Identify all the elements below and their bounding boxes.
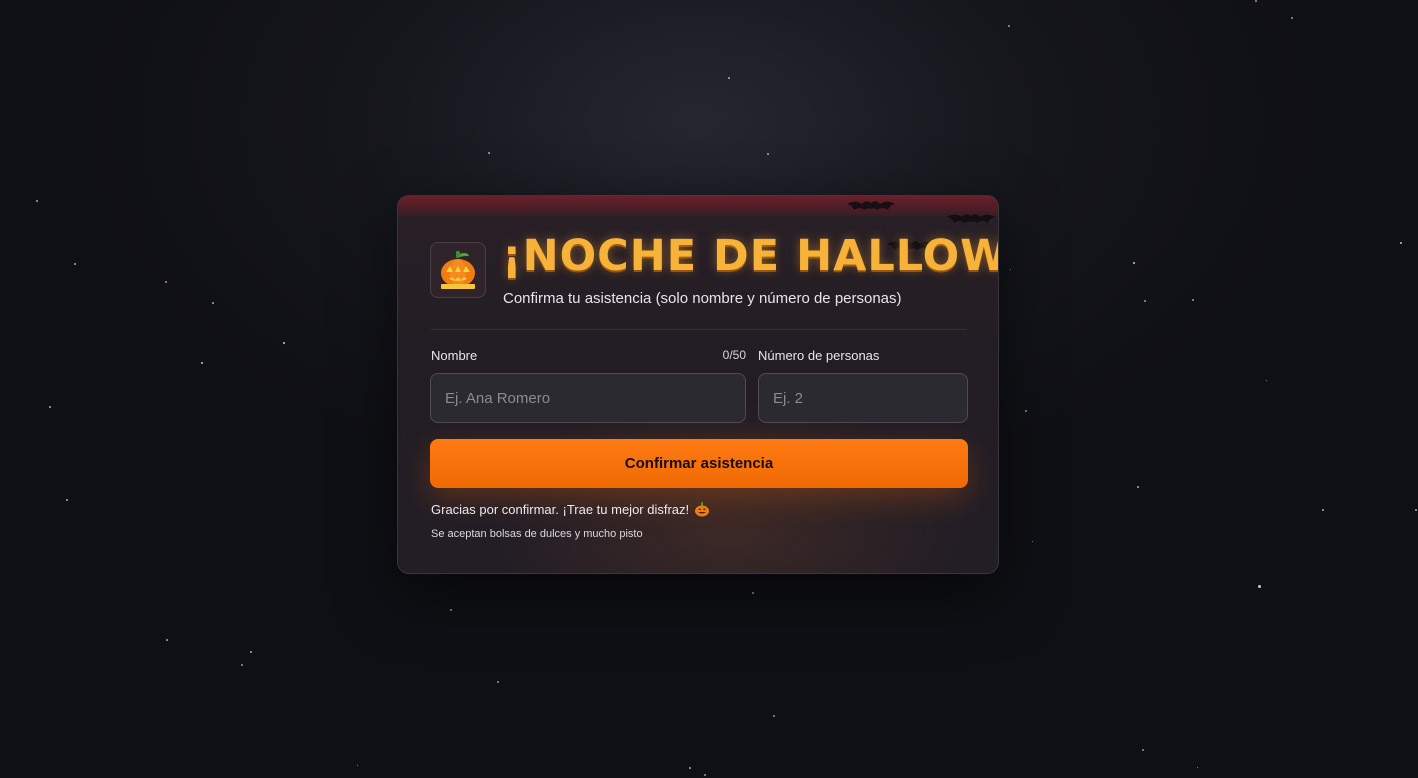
star-dot: [1009, 268, 1011, 270]
name-char-counter: 0/50: [722, 348, 746, 362]
confirm-attendance-button[interactable]: Confirmar asistencia: [430, 439, 968, 488]
star-dot: [66, 499, 68, 501]
bat-icon: [847, 201, 895, 210]
name-label: Nombre: [431, 348, 478, 363]
star-dot: [166, 639, 168, 641]
star-dot: [74, 263, 76, 265]
star-dot: [1031, 540, 1033, 542]
star-dot: [752, 592, 754, 594]
star-dot: [1399, 241, 1403, 245]
star-dot: [689, 767, 691, 769]
star-dot: [212, 302, 214, 304]
star-dot: [1255, 0, 1257, 2]
star-dot: [1257, 584, 1261, 588]
star-dot: [49, 406, 51, 408]
logo-badge: [430, 242, 486, 298]
star-dot: [1008, 25, 1010, 27]
star-dot: [1137, 486, 1139, 488]
star-dot: [1132, 261, 1136, 265]
star-dot: [250, 651, 252, 653]
star-dot: [200, 361, 204, 365]
pumpkin-icon: [695, 502, 710, 517]
star-dot: [704, 774, 706, 776]
star-dot: [1192, 299, 1194, 301]
star-dot: [497, 681, 499, 683]
star-dot: [165, 281, 167, 283]
thanks-text: Gracias por confirmar. ¡Trae tu mejor di…: [431, 501, 690, 517]
star-dot: [1196, 766, 1198, 768]
thanks-message: Gracias por confirmar. ¡Trae tu mejor di…: [431, 501, 710, 517]
name-input[interactable]: [430, 373, 746, 423]
star-dot: [241, 664, 243, 666]
star-dot: [488, 152, 490, 154]
star-dot: [356, 764, 358, 766]
star-dot: [36, 200, 38, 202]
page-title: ¡NOCHE DE HALLOWEEN!: [502, 231, 998, 281]
star-dot: [1265, 379, 1267, 381]
star-dot: [1025, 410, 1027, 412]
star-dot: [1415, 509, 1417, 511]
footer-note: Se aceptan bolsas de dulces y mucho pist…: [431, 528, 643, 540]
star-dot: [1144, 300, 1146, 302]
people-count-label: Número de personas: [758, 348, 880, 363]
star-dot: [1291, 17, 1293, 19]
star-dot: [728, 77, 730, 79]
card-top-bar: [398, 196, 998, 216]
header-divider: [431, 329, 967, 330]
star-dot: [1322, 509, 1324, 511]
star-dot: [767, 153, 769, 155]
page-subtitle: Confirma tu asistencia (solo nombre y nú…: [503, 290, 902, 307]
star-dot: [282, 341, 286, 345]
star-dot: [773, 715, 775, 717]
people-count-input[interactable]: [758, 373, 968, 423]
jack-o-lantern-icon: [441, 251, 475, 289]
rsvp-card: ¡NOCHE DE HALLOWEEN! Confirma tu asisten…: [397, 195, 999, 574]
star-dot: [450, 609, 452, 611]
bat-icon: [947, 214, 995, 223]
star-dot: [1142, 749, 1144, 751]
